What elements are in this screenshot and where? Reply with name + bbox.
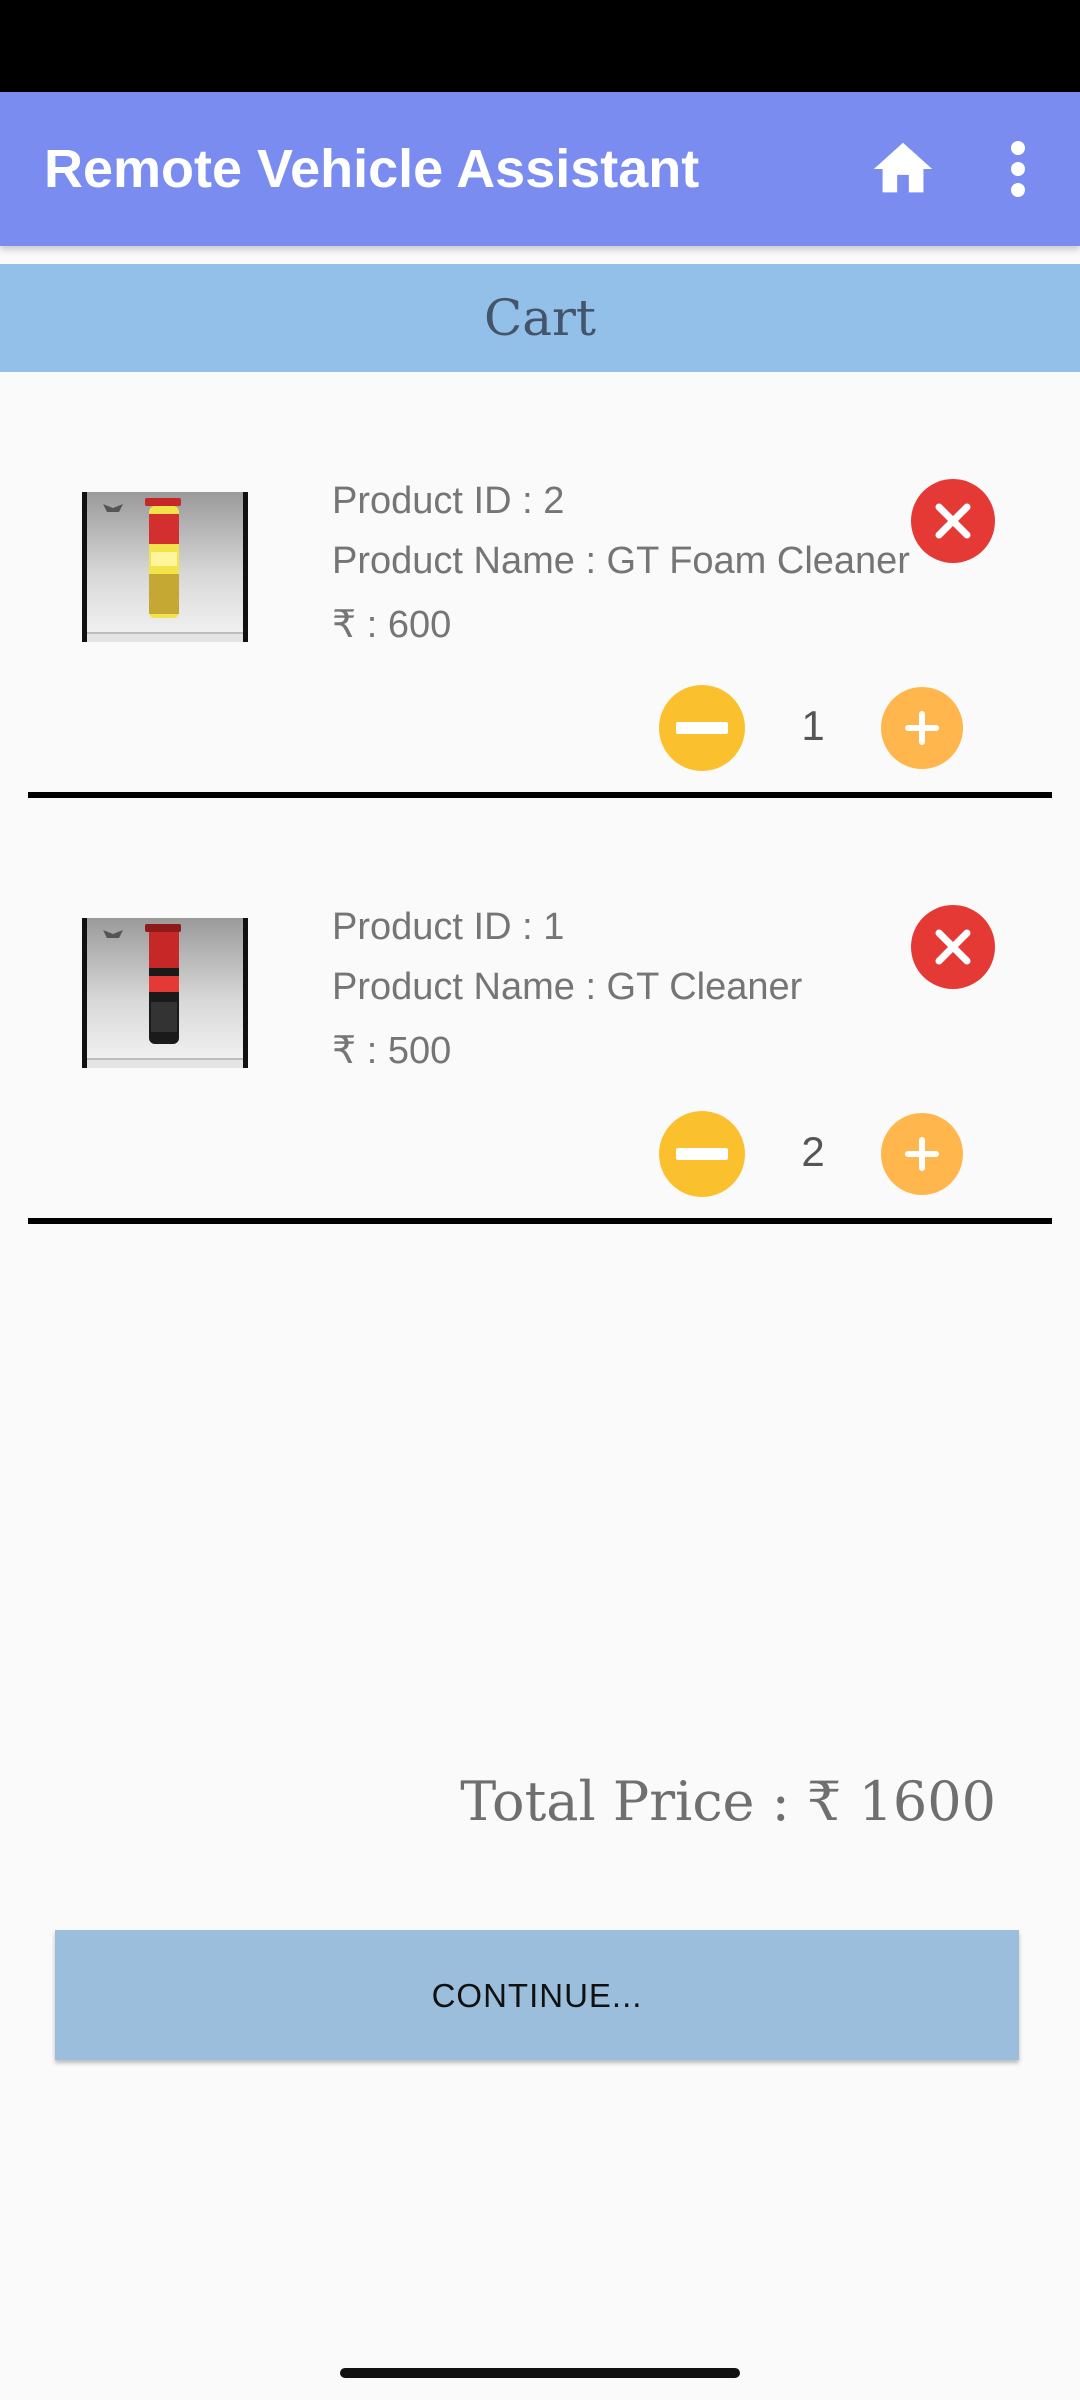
product-id: Product ID : 1 bbox=[332, 906, 565, 948]
increase-quantity-button[interactable] bbox=[880, 1112, 964, 1196]
cart-item: Product ID : 2 Product Name : GT Foam Cl… bbox=[0, 420, 1080, 800]
cleaner-can-image bbox=[82, 918, 248, 1068]
quantity-value: 1 bbox=[801, 702, 825, 749]
gesture-nav-handle[interactable] bbox=[340, 2368, 740, 2378]
app-title: Remote Vehicle Assistant bbox=[44, 139, 700, 199]
item-divider bbox=[28, 1218, 1052, 1224]
cart-header: Cart bbox=[0, 264, 1080, 372]
minus-circle-icon bbox=[659, 1111, 745, 1197]
product-price: ₹ : 600 bbox=[332, 604, 452, 646]
app-bar: Remote Vehicle Assistant bbox=[0, 92, 1080, 246]
item-divider bbox=[28, 792, 1052, 798]
quantity-value: 2 bbox=[801, 1128, 825, 1175]
decrease-quantity-button[interactable] bbox=[658, 1110, 746, 1198]
product-name: Product Name : GT Foam Cleaner bbox=[332, 540, 910, 582]
close-circle-icon bbox=[911, 479, 995, 563]
decrease-quantity-button[interactable] bbox=[658, 684, 746, 772]
increase-quantity-button[interactable] bbox=[880, 686, 964, 770]
plus-circle-icon bbox=[881, 687, 963, 769]
home-icon[interactable] bbox=[868, 134, 938, 204]
product-name: Product Name : GT Cleaner bbox=[332, 966, 803, 1008]
status-bar bbox=[0, 0, 1080, 92]
minus-circle-icon bbox=[659, 685, 745, 771]
cart-item: Product ID : 1 Product Name : GT Cleaner… bbox=[0, 846, 1080, 1226]
plus-circle-icon bbox=[881, 1113, 963, 1195]
close-circle-icon bbox=[911, 905, 995, 989]
product-id: Product ID : 2 bbox=[332, 480, 565, 522]
total-price: Total Price : ₹ 1600 bbox=[460, 1770, 996, 1833]
remove-item-button[interactable] bbox=[910, 904, 996, 990]
remove-item-button[interactable] bbox=[910, 478, 996, 564]
more-vert-icon[interactable] bbox=[990, 134, 1046, 204]
continue-button[interactable]: CONTINUE... bbox=[55, 1930, 1019, 2060]
foam-cleaner-can-image bbox=[82, 492, 248, 642]
product-price: ₹ : 500 bbox=[332, 1030, 452, 1072]
